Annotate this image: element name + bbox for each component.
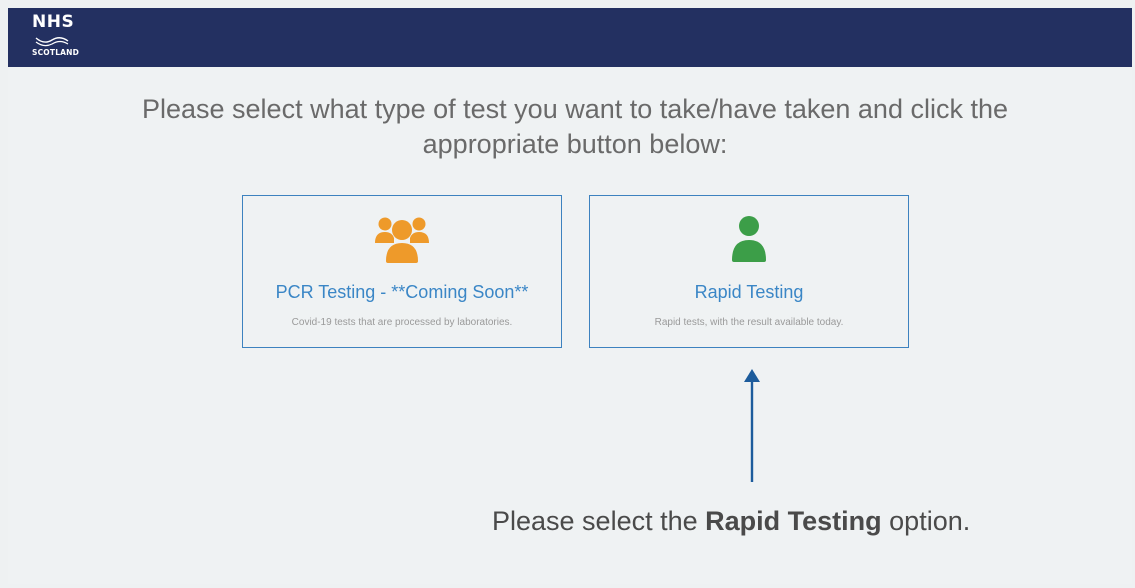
user-icon <box>590 214 908 264</box>
instruction-callout: Please select the Rapid Testing option. <box>492 506 970 537</box>
instruction-prefix: Please select the <box>492 506 706 536</box>
rapid-testing-title: Rapid Testing <box>694 282 804 302</box>
group-icon <box>243 214 561 264</box>
logo-scotland-text: SCOTLAND <box>32 48 80 57</box>
instruction-highlight: Rapid Testing <box>705 506 882 536</box>
pcr-testing-title: PCR Testing - **Coming Soon** <box>275 282 529 302</box>
rapid-testing-option-button[interactable]: Rapid Testing Rapid tests, with the resu… <box>589 195 909 348</box>
selection-prompt: Please select what type of test you want… <box>141 94 1008 159</box>
pointer-arrow-icon <box>744 369 760 482</box>
logo-swoosh-icon <box>35 37 69 47</box>
rapid-testing-description: Rapid tests, with the result available t… <box>654 317 844 328</box>
logo-nhs-text: NHS <box>32 12 75 32</box>
pcr-testing-option-button[interactable]: PCR Testing - **Coming Soon** Covid-19 t… <box>242 195 562 348</box>
pcr-testing-description: Covid-19 tests that are processed by lab… <box>291 317 513 328</box>
nhs-scotland-logo[interactable]: NHS SCOTLAND <box>32 8 102 67</box>
instruction-suffix: option. <box>881 506 971 536</box>
site-header: NHS SCOTLAND <box>8 8 1132 67</box>
